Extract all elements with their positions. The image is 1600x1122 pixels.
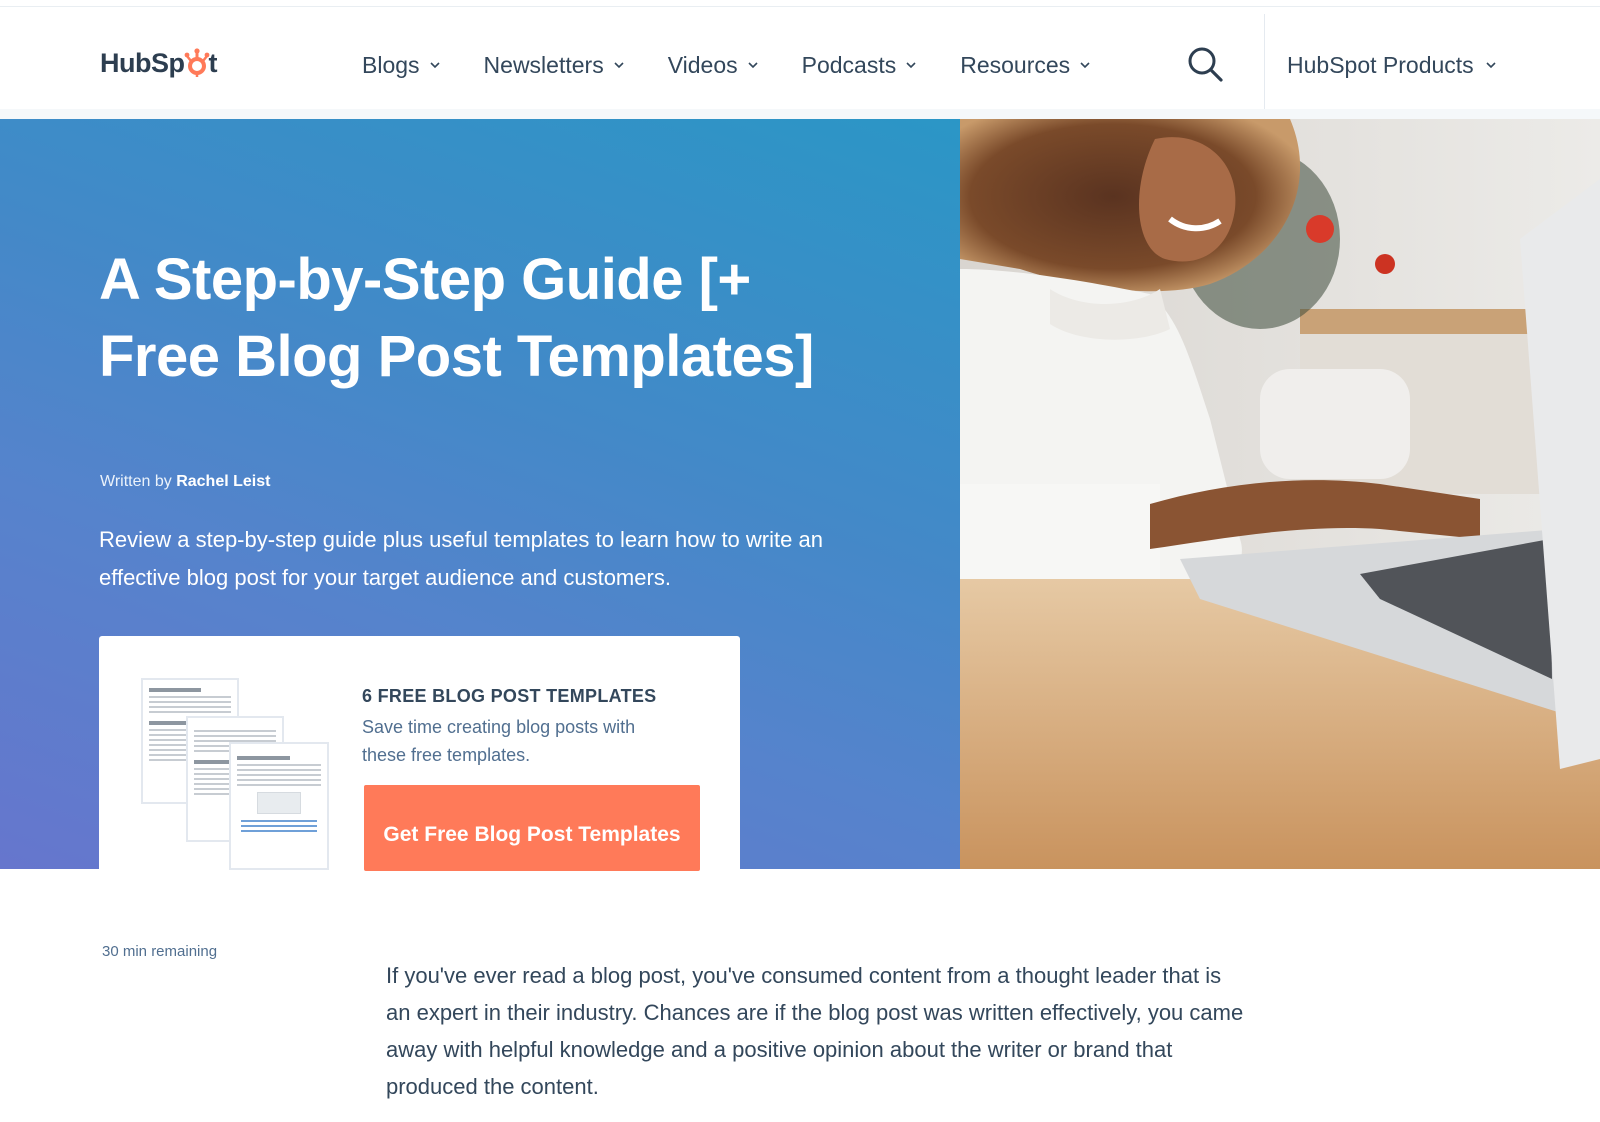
hero-banner: A Step-by-Step Guide [+ Free Blog Post T… bbox=[0, 119, 960, 922]
nav-item-blogs[interactable]: Blogs bbox=[362, 52, 440, 79]
template-page-how-to bbox=[229, 742, 329, 870]
products-label: HubSpot Products bbox=[1287, 51, 1474, 78]
hubspot-products-menu[interactable]: HubSpot Products bbox=[1287, 45, 1496, 85]
chevron-down-icon bbox=[906, 60, 916, 70]
byline-prefix: Written by bbox=[100, 473, 172, 490]
site-header: HubSp t Blogs Newsletters Videos Podcast… bbox=[0, 7, 1600, 116]
article-intro-paragraph: If you've ever read a blog post, you've … bbox=[386, 963, 1244, 1099]
cta-card: 6 FREE BLOG POST TEMPLATES Save time cre… bbox=[99, 636, 740, 922]
main-nav: Blogs Newsletters Videos Podcasts Resour… bbox=[362, 45, 1134, 85]
chevron-down-icon bbox=[1486, 60, 1496, 70]
templates-thumbnail bbox=[141, 678, 333, 870]
cta-heading: 6 FREE BLOG POST TEMPLATES bbox=[362, 686, 657, 706]
article-description: Review a step-by-step guide plus useful … bbox=[99, 527, 823, 590]
hubspot-sprocket-icon bbox=[184, 48, 209, 77]
nav-label: Videos bbox=[667, 51, 738, 78]
nav-divider bbox=[1264, 14, 1265, 116]
logo-text-end: t bbox=[208, 47, 218, 78]
chevron-down-icon bbox=[614, 60, 624, 70]
chevron-down-icon bbox=[748, 60, 758, 70]
nav-label: Resources bbox=[960, 51, 1071, 78]
logo-text-start: HubSp bbox=[100, 47, 185, 78]
search-button[interactable] bbox=[1186, 45, 1226, 85]
article-title: A Step-by-Step Guide [+ Free Blog Post T… bbox=[99, 247, 814, 389]
nav-item-newsletters[interactable]: Newsletters bbox=[484, 52, 624, 79]
nav-item-videos[interactable]: Videos bbox=[668, 52, 758, 79]
hubspot-logo[interactable]: HubSp t bbox=[100, 45, 217, 81]
nav-item-resources[interactable]: Resources bbox=[960, 52, 1090, 79]
reading-time-remaining: 30 min remaining bbox=[102, 943, 218, 960]
hero-photo-illustration bbox=[960, 119, 1600, 869]
nav-label: Podcasts bbox=[801, 51, 897, 78]
top-strip bbox=[0, 0, 1600, 7]
get-templates-button[interactable]: Get Free Blog Post Templates bbox=[364, 785, 700, 871]
author-link[interactable]: Rachel Leist bbox=[176, 473, 270, 490]
nav-item-podcasts[interactable]: Podcasts bbox=[802, 52, 917, 79]
chevron-down-icon bbox=[429, 60, 440, 70]
cta-subtext: Save time creating blog posts with these… bbox=[362, 717, 636, 765]
byline: Written by Rachel Leist bbox=[100, 473, 270, 491]
search-icon bbox=[1188, 47, 1223, 82]
chevron-down-icon bbox=[1080, 60, 1090, 70]
nav-label: Newsletters bbox=[483, 51, 604, 78]
nav-label: Blogs bbox=[362, 51, 420, 78]
hero-image bbox=[960, 119, 1600, 869]
header-shadow bbox=[0, 109, 1600, 119]
